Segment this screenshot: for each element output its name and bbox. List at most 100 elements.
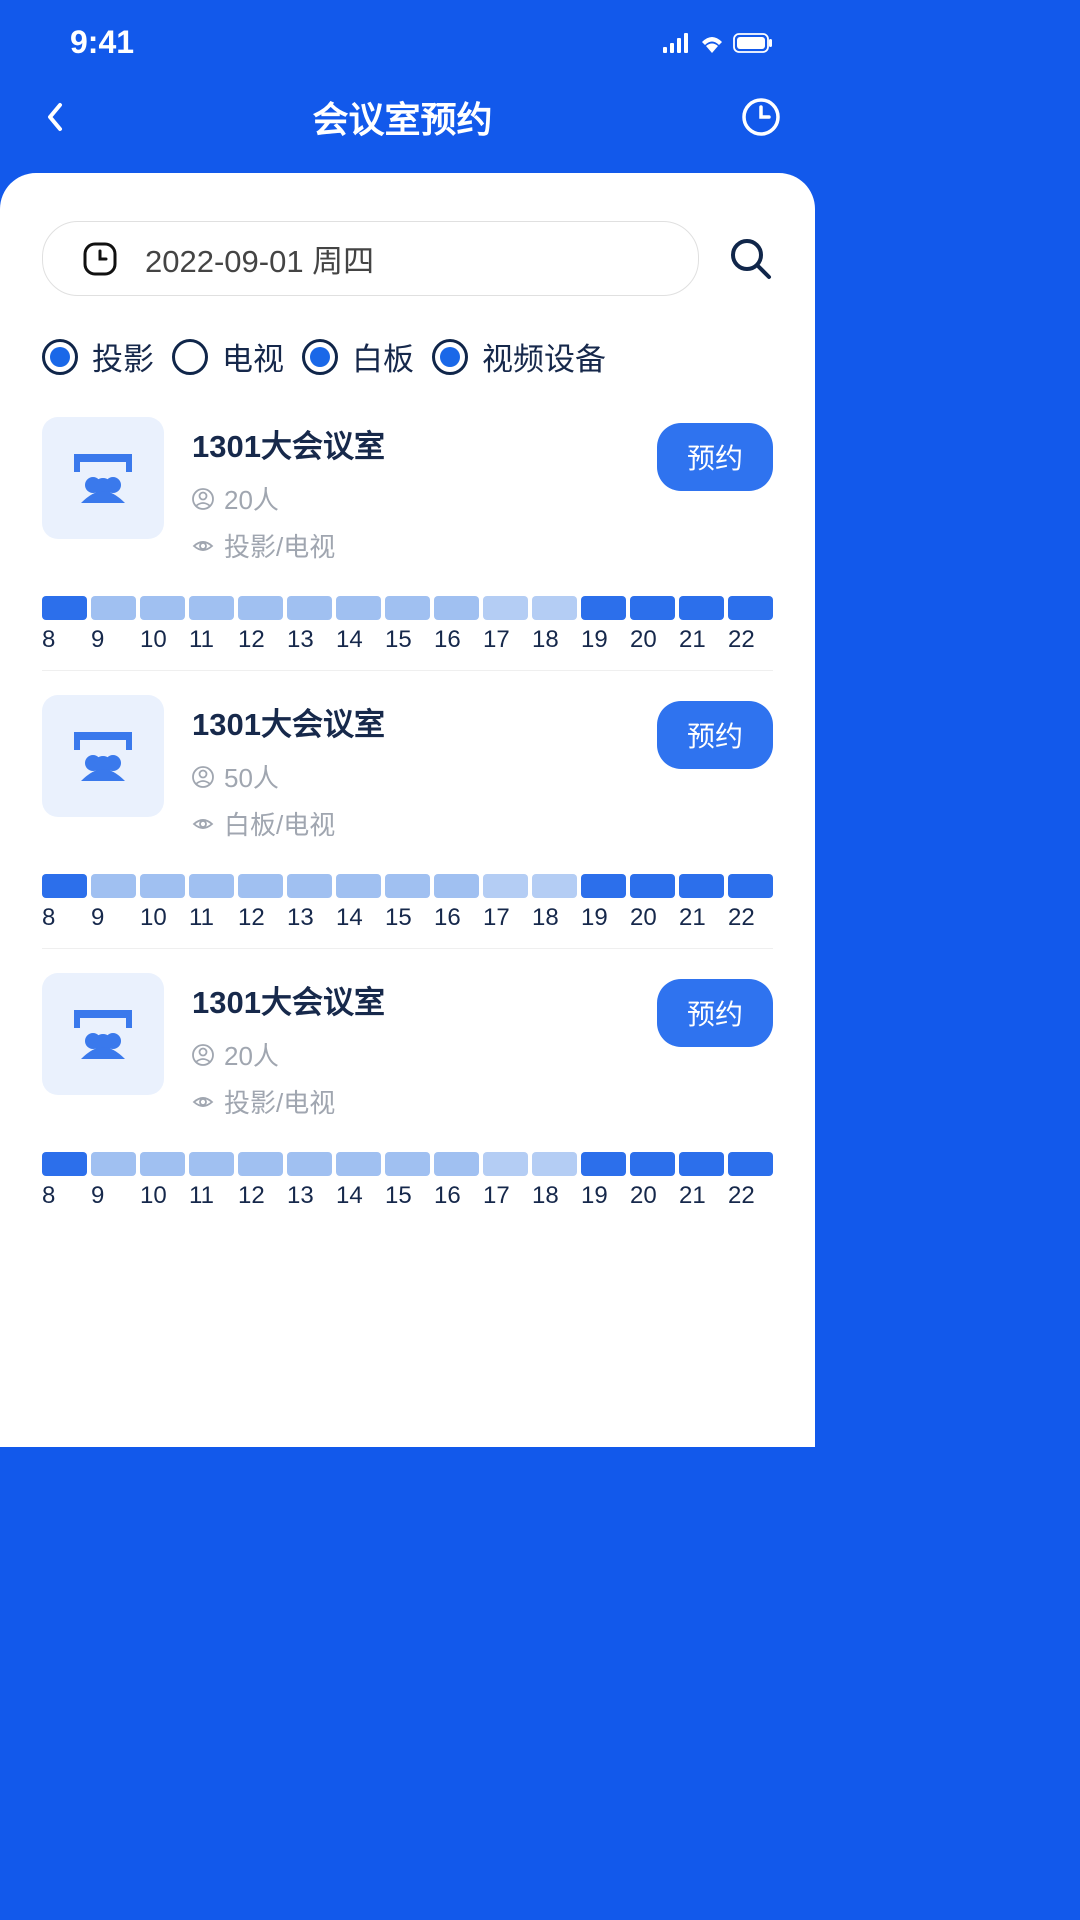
date-picker[interactable]: 2022-09-01 周四 bbox=[42, 221, 699, 296]
room-equipment: 白板/电视 bbox=[192, 805, 629, 842]
time-slot[interactable] bbox=[483, 1152, 528, 1176]
time-slot[interactable] bbox=[140, 874, 185, 898]
search-icon[interactable] bbox=[729, 237, 773, 281]
time-slot[interactable] bbox=[385, 596, 430, 620]
time-slot[interactable] bbox=[679, 874, 724, 898]
time-slot[interactable] bbox=[728, 874, 773, 898]
time-slot[interactable] bbox=[238, 874, 283, 898]
history-icon[interactable] bbox=[741, 97, 781, 137]
time-slot[interactable] bbox=[728, 1152, 773, 1176]
time-label: 19 bbox=[581, 904, 626, 932]
time-slot[interactable] bbox=[189, 874, 234, 898]
time-slot[interactable] bbox=[336, 596, 381, 620]
room-capacity: 50人 bbox=[192, 758, 629, 795]
status-bar: 9:41 bbox=[0, 0, 815, 73]
filter-item[interactable]: 电视 bbox=[172, 334, 284, 379]
time-label: 19 bbox=[581, 1182, 626, 1210]
time-slot[interactable] bbox=[42, 1152, 87, 1176]
time-label: 18 bbox=[532, 904, 577, 932]
time-slot[interactable] bbox=[434, 874, 479, 898]
time-label: 9 bbox=[91, 904, 136, 932]
time-label: 16 bbox=[434, 904, 479, 932]
content: 2022-09-01 周四 投影电视白板 视频设备 1301大会议室20人投影/电… bbox=[0, 173, 815, 1447]
filters: 投影电视白板 视频设备 bbox=[42, 334, 773, 379]
time-slot[interactable] bbox=[287, 874, 332, 898]
time-label: 17 bbox=[483, 1182, 528, 1210]
time-slot[interactable] bbox=[238, 596, 283, 620]
filter-item[interactable]: 投影 bbox=[42, 334, 154, 379]
room-capacity: 20人 bbox=[192, 480, 629, 517]
time-label: 20 bbox=[630, 904, 675, 932]
time-label: 11 bbox=[189, 904, 234, 932]
filter-item[interactable]: 白板 bbox=[302, 334, 414, 379]
time-label: 10 bbox=[140, 904, 185, 932]
time-label: 9 bbox=[91, 626, 136, 654]
filter-label: 投影 bbox=[92, 334, 154, 379]
time-label: 15 bbox=[385, 626, 430, 654]
time-slot[interactable] bbox=[483, 874, 528, 898]
time-slot[interactable] bbox=[91, 596, 136, 620]
time-slot[interactable] bbox=[140, 596, 185, 620]
time-slot[interactable] bbox=[434, 1152, 479, 1176]
time-slot[interactable] bbox=[189, 1152, 234, 1176]
time-slot[interactable] bbox=[189, 596, 234, 620]
time-slot[interactable] bbox=[483, 596, 528, 620]
time-label: 14 bbox=[336, 904, 381, 932]
book-button[interactable]: 预约 bbox=[657, 979, 773, 1047]
time-label: 9 bbox=[91, 1182, 136, 1210]
signal-icon bbox=[663, 33, 691, 53]
time-slot[interactable] bbox=[42, 596, 87, 620]
room-card: 1301大会议室50人白板/电视预约8910111213141516171819… bbox=[42, 695, 773, 949]
time-slot[interactable] bbox=[140, 1152, 185, 1176]
book-button[interactable]: 预约 bbox=[657, 701, 773, 769]
time-slot[interactable] bbox=[679, 596, 724, 620]
timeline: 8910111213141516171819202122 bbox=[42, 874, 773, 932]
room-name: 1301大会议室 bbox=[192, 699, 629, 744]
battery-icon bbox=[733, 33, 773, 53]
status-icons bbox=[663, 33, 773, 53]
time-slot[interactable] bbox=[581, 596, 626, 620]
time-slot[interactable] bbox=[532, 1152, 577, 1176]
time-slot[interactable] bbox=[630, 874, 675, 898]
time-label: 10 bbox=[140, 1182, 185, 1210]
time-slot[interactable] bbox=[630, 596, 675, 620]
time-label: 13 bbox=[287, 904, 332, 932]
status-time: 9:41 bbox=[70, 24, 134, 61]
clock-icon bbox=[83, 242, 117, 276]
time-slot[interactable] bbox=[91, 1152, 136, 1176]
time-slot[interactable] bbox=[91, 874, 136, 898]
header: 会议室预约 bbox=[0, 73, 815, 173]
time-slot[interactable] bbox=[532, 596, 577, 620]
filter-item[interactable]: 视频设备 bbox=[432, 334, 606, 379]
time-slot[interactable] bbox=[287, 1152, 332, 1176]
time-label: 18 bbox=[532, 1182, 577, 1210]
time-slot[interactable] bbox=[336, 874, 381, 898]
book-button[interactable]: 预约 bbox=[657, 423, 773, 491]
back-icon[interactable] bbox=[46, 102, 64, 132]
time-slot[interactable] bbox=[728, 596, 773, 620]
time-slot[interactable] bbox=[42, 874, 87, 898]
time-slot[interactable] bbox=[385, 874, 430, 898]
time-slot[interactable] bbox=[581, 874, 626, 898]
room-name: 1301大会议室 bbox=[192, 421, 629, 466]
time-slot[interactable] bbox=[238, 1152, 283, 1176]
meeting-icon bbox=[71, 1007, 135, 1061]
time-slot[interactable] bbox=[630, 1152, 675, 1176]
time-slot[interactable] bbox=[532, 874, 577, 898]
time-slot[interactable] bbox=[385, 1152, 430, 1176]
time-slot[interactable] bbox=[581, 1152, 626, 1176]
time-slot[interactable] bbox=[336, 1152, 381, 1176]
filter-label: 视频设备 bbox=[482, 334, 606, 379]
time-slot[interactable] bbox=[679, 1152, 724, 1176]
time-label: 8 bbox=[42, 904, 87, 932]
time-label: 22 bbox=[728, 626, 773, 654]
radio-icon bbox=[42, 339, 78, 375]
room-card: 1301大会议室20人投影/电视预约8910111213141516171819… bbox=[42, 417, 773, 671]
time-label: 12 bbox=[238, 904, 283, 932]
time-slot[interactable] bbox=[434, 596, 479, 620]
room-card: 1301大会议室20人投影/电视预约8910111213141516171819… bbox=[42, 973, 773, 1226]
room-info: 1301大会议室20人投影/电视 bbox=[192, 973, 629, 1130]
time-slot[interactable] bbox=[287, 596, 332, 620]
time-label: 20 bbox=[630, 626, 675, 654]
time-label: 18 bbox=[532, 626, 577, 654]
